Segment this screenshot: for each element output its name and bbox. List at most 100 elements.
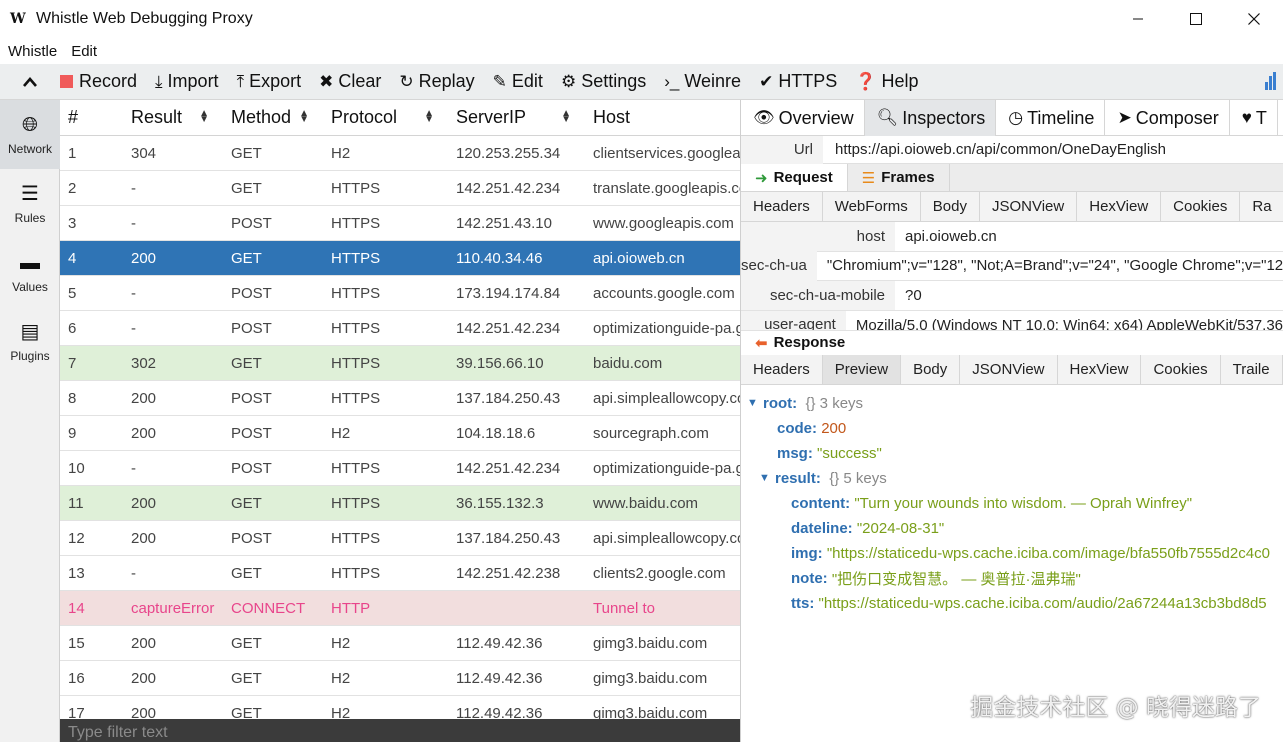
tab-overview[interactable]: 👁︎ Overview [741,100,865,136]
tab-req-jsonview[interactable]: JSONView [980,192,1078,221]
json-key: dateline: [791,519,853,537]
settings-button[interactable]: ⚙ Settings [561,71,646,92]
tab-res-hexview[interactable]: HexView [1058,354,1142,384]
import-icon: ⤓ [155,71,163,91]
weinre-button[interactable]: ›_ Weinre [664,71,741,92]
collapse-button[interactable] [0,64,60,100]
close-button[interactable] [1225,0,1283,38]
tab-req-cookies[interactable]: Cookies [1161,192,1241,221]
json-key: msg: [777,444,813,462]
cell-ip: 142.251.42.238 [456,564,561,582]
maximize-button[interactable] [1167,0,1225,38]
table-row[interactable]: 7 302 GET HTTPS 39.156.66.10 baidu.com [60,346,740,381]
column-header-method[interactable]: Method ▲ ▼ [223,100,323,136]
sidebar-item-network[interactable]: 🌐︎ Network [0,100,60,169]
window-controls [1109,0,1283,38]
table-row[interactable]: 11 200 GET HTTPS 36.155.132.3 www.baidu.com [60,486,740,521]
response-section-title[interactable]: ⬅ Response [741,330,1283,355]
table-row[interactable]: 2 - GET HTTPS 142.251.42.234 translate.google… [60,171,740,206]
table-body: 1 304 GET H2 120.253.255.34 clientservices.go… [60,136,740,731]
tab-res-trailers[interactable]: Traile [1221,354,1283,384]
minimize-button[interactable] [1109,0,1167,38]
tab-req-body[interactable]: Body [921,192,980,221]
export-button[interactable]: ⤒ Export [237,71,302,92]
table-row[interactable]: 4 200 GET HTTPS 110.40.34.46 api.oioweb.cn [60,241,740,276]
cell-protocol: HTTPS [331,494,381,512]
frames-icon: ☰ [861,169,876,187]
table-row[interactable]: 6 - POST HTTPS 142.251.42.234 optimizationgui… [60,311,740,346]
tab-res-jsonview[interactable]: JSONView [960,354,1058,384]
sort-icon: ▲ ▼ [561,107,571,125]
tab-req-hexview[interactable]: HexView [1077,192,1162,221]
sidebar-item-rules[interactable]: ☰ Rules [0,169,60,238]
expand-triangle-icon[interactable]: ▼ [747,397,763,409]
sidebar-item-values[interactable]: ▬ Values [0,238,60,307]
json-value: "success" [817,444,882,462]
https-button[interactable]: ✔ HTTPS [759,71,837,92]
json-meta: {} 3 keys [805,394,864,412]
bar-chart-icon[interactable] [1265,72,1277,92]
menu-whistle[interactable]: Whistle [8,43,57,60]
column-header-label: Result [131,107,183,127]
help-button[interactable]: ❓ Help [855,71,918,92]
tab-res-body[interactable]: Body [901,354,961,384]
table-row[interactable]: 8 200 POST HTTPS 137.184.250.43 api.simpleall… [60,381,740,416]
filter-input[interactable]: Type filter text [60,719,740,742]
column-header-protocol[interactable]: Protocol ▲ ▼ [323,100,448,136]
heart-icon: ♥ [1241,108,1252,127]
close-icon [1248,13,1260,25]
column-header-serverip[interactable]: ServerIP ▲ ▼ [448,100,585,136]
tab-request[interactable]: ➜ Request [741,164,848,191]
json-result-node[interactable]: ▼ result: {} 5 keys [741,466,1283,491]
cell-ip: 142.251.42.234 [456,459,561,477]
table-row[interactable]: 5 - POST HTTPS 173.194.174.84 accounts.google… [60,276,740,311]
table-row[interactable]: 10 - POST HTTPS 142.251.42.234 optimizationgu… [60,451,740,486]
replay-button[interactable]: ↻ Replay [399,71,474,92]
tab-res-headers[interactable]: Headers [741,354,823,384]
json-line: note: "把伤口变成智慧。 — 奥普拉·温弗瑞" [741,566,1283,591]
menu-bar: Whistle Edit [0,38,1283,64]
column-header-num[interactable]: # [60,100,123,136]
sidebar-item-plugins[interactable]: ▤ Plugins [0,307,60,376]
watermark: 掘金技术社区 @ 晓得迷路了 [970,695,1261,721]
tab-timeline[interactable]: ◷ Timeline [996,100,1106,136]
sort-icon: ▲ ▼ [199,107,209,125]
cell-host: gimg3.baidu.com [593,669,708,687]
request-tabs: Headers WebForms Body JSONView HexView C… [741,192,1283,222]
table-row[interactable]: 14 captureError CONNECT HTTP Tunnel to [60,591,740,626]
edit-button[interactable]: ✎ Edit [493,71,543,92]
json-root-node[interactable]: ▼ root: {} 3 keys [741,391,1283,416]
arrow-left-icon: ⬅ [755,334,768,352]
record-button[interactable]: Record [60,71,137,92]
tab-res-cookies[interactable]: Cookies [1141,354,1221,384]
tab-req-webforms[interactable]: WebForms [823,192,921,221]
table-row[interactable]: 3 - POST HTTPS 142.251.43.10 www.googleapis.c… [60,206,740,241]
table-row[interactable]: 12 200 POST HTTPS 137.184.250.43 api.simpleal… [60,521,740,556]
cell-result: 200 [131,249,157,267]
tab-req-raw[interactable]: Ra [1240,192,1283,221]
cell-host: translate.googleapis.com [593,179,740,197]
import-button[interactable]: ⤓ Import [155,71,219,92]
column-header-host[interactable]: Host [585,100,740,136]
clear-button[interactable]: ✖ Clear [319,71,381,92]
cell-host: api.simpleallowcopy.com [593,389,740,407]
table-row[interactable]: 15 200 GET H2 112.49.42.36 gimg3.baidu.com [60,626,740,661]
column-header-label: Method [231,107,292,127]
tab-req-headers[interactable]: Headers [741,192,823,221]
tab-tools[interactable]: ♥ T [1230,100,1278,136]
tab-res-preview[interactable]: Preview [822,354,902,384]
table-row[interactable]: 1 304 GET H2 120.253.255.34 clientservices.go… [60,136,740,171]
json-line: img: "https://staticedu-wps.cache.iciba.… [741,541,1283,566]
menu-edit[interactable]: Edit [71,43,97,60]
table-row[interactable]: 13 - GET HTTPS 142.251.42.238 clients2.google… [60,556,740,591]
tab-frames[interactable]: ☰ Frames [848,164,950,191]
tab-composer[interactable]: ➤ Composer [1105,100,1230,136]
tab-inspectors[interactable]: 🔍︎ Inspectors [864,100,997,136]
table-row[interactable]: 16 200 GET H2 112.49.42.36 gimg3.baidu.com [60,661,740,696]
document-icon: ▤ [20,320,40,343]
cell-num: 10 [68,459,85,477]
column-header-result[interactable]: Result ▲ ▼ [123,100,223,136]
table-row[interactable]: 9 200 POST H2 104.18.18.6 sourcegraph.com [60,416,740,451]
expand-triangle-icon[interactable]: ▼ [759,472,775,484]
cell-host: optimizationguide-pa.googleapis.com [593,319,740,337]
